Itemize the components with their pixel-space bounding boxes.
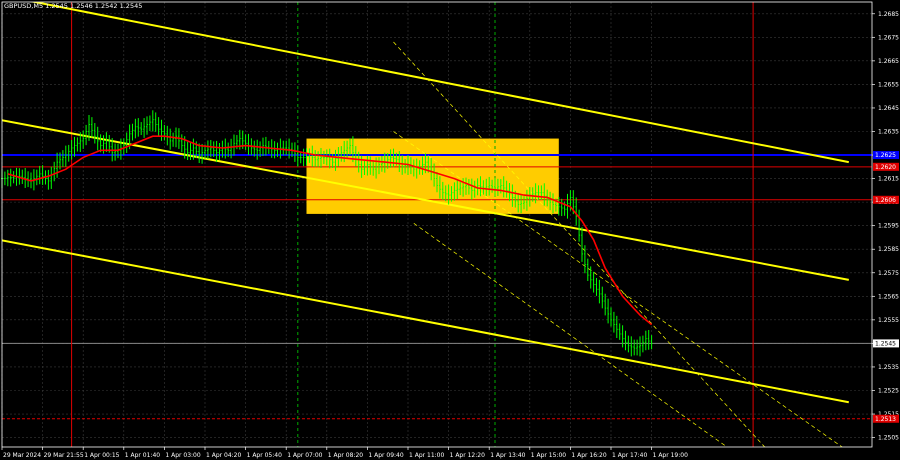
trend-line — [29, 2, 849, 164]
vertical-lines — [71, 2, 754, 447]
level-label: 1.2513 — [875, 416, 896, 423]
y-tick-label: 1.2645 — [878, 105, 899, 112]
x-tick-label: 1 Apr 17:40 — [612, 452, 647, 459]
symbol-title: GBPUSD,M5 1.2545 1.2546 1.2542 1.2545 — [4, 2, 142, 10]
x-tick-label: 1 Apr 09:40 — [368, 452, 403, 459]
x-tick-label: 1 Apr 07:00 — [287, 452, 322, 459]
x-tick-label: 1 Apr 13:40 — [490, 452, 525, 459]
level-labels: 1.2625 1.2620 1.2606 1.2545 1.2513 — [873, 151, 899, 423]
channel-line-dashed — [413, 223, 728, 447]
grid — [1, 2, 872, 447]
x-tick-label: 1 Apr 04:20 — [206, 452, 241, 459]
channel-line-dashed — [393, 41, 765, 447]
level-label: 1.2606 — [875, 197, 896, 204]
y-tick-label: 1.2585 — [878, 246, 899, 253]
x-tick-label: 29 Mar 21:55 — [44, 452, 84, 459]
y-tick-label: 1.2555 — [878, 317, 899, 324]
level-label: 1.2625 — [875, 152, 896, 159]
x-tick-label: 1 Apr 05:40 — [247, 452, 282, 459]
x-tick-label: 1 Apr 16:20 — [571, 452, 606, 459]
y-tick-label: 1.2525 — [878, 387, 899, 394]
level-label: 1.2620 — [875, 164, 896, 171]
y-tick-label: 1.2635 — [878, 128, 899, 135]
level-label: 1.2545 — [875, 341, 896, 348]
x-tick-label: 1 Apr 12:20 — [450, 452, 485, 459]
y-tick-label: 1.2615 — [878, 176, 899, 183]
y-tick-label: 1.2505 — [878, 435, 899, 442]
chart-root: 1.2685 1.2675 1.2665 1.2655 1.2645 1.2635 1.26… — [0, 0, 900, 460]
x-tick-label: 29 Mar 2024 — [3, 452, 41, 459]
x-tick-label: 1 Apr 19:00 — [653, 452, 688, 459]
y-tick-label: 1.2565 — [878, 293, 899, 300]
x-tick-label: 1 Apr 01:40 — [125, 452, 160, 459]
x-tick-label: 1 Apr 00:15 — [84, 452, 119, 459]
y-tick-label: 1.2535 — [878, 364, 899, 371]
y-tick-label: 1.2575 — [878, 270, 899, 277]
trend-line — [2, 239, 849, 404]
channel-line-dashed — [393, 131, 843, 447]
x-tick-label: 1 Apr 11:00 — [409, 452, 444, 459]
y-tick-label: 1.2675 — [878, 34, 899, 41]
x-tick-label: 1 Apr 03:00 — [165, 452, 200, 459]
y-tick-label: 1.2665 — [878, 58, 899, 65]
x-tick-label: 1 Apr 15:00 — [531, 452, 566, 459]
y-tick-label: 1.2685 — [878, 11, 899, 18]
x-tick-label: 1 Apr 08:20 — [328, 452, 363, 459]
plot-frame — [1, 1, 873, 448]
y-tick-label: 1.2595 — [878, 223, 899, 230]
price-chart[interactable]: 1.2685 1.2675 1.2665 1.2655 1.2645 1.2635 1.26… — [0, 0, 900, 460]
y-tick-label: 1.2655 — [878, 81, 899, 88]
